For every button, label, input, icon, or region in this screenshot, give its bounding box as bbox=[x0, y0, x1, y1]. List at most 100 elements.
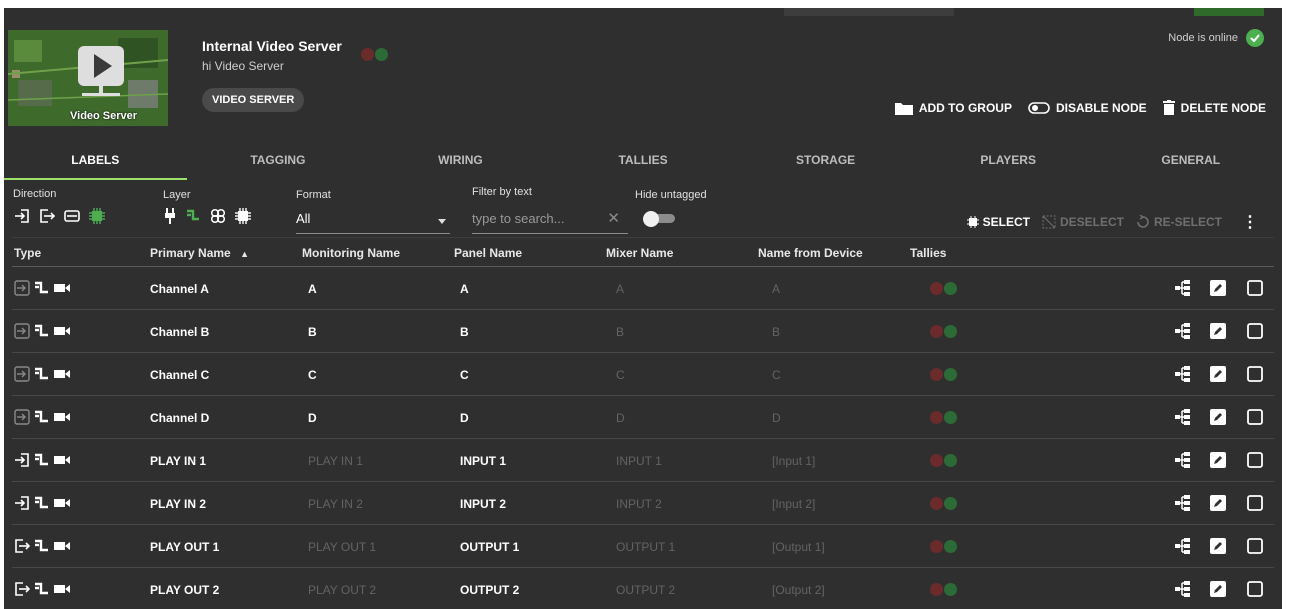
crossed-circles-icon[interactable] bbox=[210, 208, 226, 224]
column-mixer-name[interactable]: Mixer Name bbox=[606, 246, 673, 260]
mixer-name[interactable]: INPUT 2 bbox=[616, 497, 662, 511]
panel-name[interactable]: A bbox=[460, 282, 469, 296]
wiring-tree-icon[interactable] bbox=[1174, 408, 1192, 426]
wiring-tree-icon[interactable] bbox=[1174, 494, 1192, 512]
tab-storage[interactable]: STORAGE bbox=[734, 148, 917, 180]
routing-icon[interactable] bbox=[185, 208, 201, 224]
primary-name[interactable]: PLAY IN 1 bbox=[150, 454, 206, 468]
edit-icon[interactable] bbox=[1209, 365, 1227, 383]
wiring-tree-icon[interactable] bbox=[1174, 451, 1192, 469]
row-checkbox[interactable] bbox=[1246, 494, 1264, 512]
select-button[interactable]: SELECT bbox=[966, 215, 1030, 229]
primary-name[interactable]: Channel A bbox=[150, 282, 209, 296]
row-checkbox[interactable] bbox=[1246, 365, 1264, 383]
tab-players[interactable]: PLAYERS bbox=[917, 148, 1100, 180]
folder-icon bbox=[894, 101, 913, 115]
panel-name[interactable]: OUTPUT 1 bbox=[460, 540, 519, 554]
clear-icon[interactable]: ✕ bbox=[607, 208, 620, 230]
disable-node-button[interactable]: DISABLE NODE bbox=[1028, 101, 1147, 115]
wiring-tree-icon[interactable] bbox=[1174, 365, 1192, 383]
edit-icon[interactable] bbox=[1209, 494, 1227, 512]
monitoring-name[interactable]: A bbox=[308, 282, 317, 296]
deselect-button[interactable]: DESELECT bbox=[1042, 215, 1124, 229]
monitoring-name[interactable]: PLAY IN 1 bbox=[308, 454, 363, 468]
search-input[interactable]: type to search... ✕ bbox=[472, 208, 628, 234]
monitoring-name[interactable]: PLAY IN 2 bbox=[308, 497, 363, 511]
row-checkbox[interactable] bbox=[1246, 408, 1264, 426]
bidirectional-icon[interactable] bbox=[64, 208, 80, 224]
column-primary-name[interactable]: Primary Name ▲ bbox=[150, 246, 249, 260]
monitoring-name[interactable]: C bbox=[308, 368, 317, 382]
mixer-name[interactable]: OUTPUT 1 bbox=[616, 540, 675, 554]
more-options-icon[interactable]: ⋮ bbox=[1242, 212, 1258, 232]
panel-name[interactable]: D bbox=[460, 411, 469, 425]
format-select[interactable]: All bbox=[296, 208, 450, 234]
wiring-tree-icon[interactable] bbox=[1174, 322, 1192, 340]
all-directions-icon[interactable] bbox=[89, 208, 105, 224]
add-to-group-button[interactable]: ADD TO GROUP bbox=[894, 101, 1012, 115]
mixer-name[interactable]: C bbox=[616, 368, 625, 382]
panel-name[interactable]: C bbox=[460, 368, 469, 382]
primary-name[interactable]: PLAY OUT 1 bbox=[150, 540, 219, 554]
tab-wiring[interactable]: WIRING bbox=[369, 148, 552, 180]
mixer-name[interactable]: OUTPUT 2 bbox=[616, 583, 675, 597]
primary-name[interactable]: Channel B bbox=[150, 325, 209, 339]
routing-icon bbox=[34, 495, 50, 511]
hide-untagged-toggle[interactable] bbox=[643, 211, 677, 227]
row-checkbox[interactable] bbox=[1246, 451, 1264, 469]
tab-general[interactable]: GENERAL bbox=[1099, 148, 1282, 180]
edit-icon[interactable] bbox=[1209, 580, 1227, 598]
primary-name[interactable]: Channel D bbox=[150, 411, 209, 425]
column-name-from-device[interactable]: Name from Device bbox=[758, 246, 863, 260]
delete-node-button[interactable]: DELETE NODE bbox=[1162, 100, 1266, 115]
monitoring-name[interactable]: PLAY OUT 1 bbox=[308, 540, 376, 554]
row-checkbox[interactable] bbox=[1246, 580, 1264, 598]
column-tallies[interactable]: Tallies bbox=[910, 246, 946, 260]
mixer-name[interactable]: B bbox=[616, 325, 624, 339]
tab-tagging[interactable]: TAGGING bbox=[187, 148, 370, 180]
wiring-tree-icon[interactable] bbox=[1174, 279, 1192, 297]
red-tally-icon bbox=[930, 454, 943, 467]
all-layers-icon[interactable] bbox=[235, 208, 251, 224]
column-panel-name[interactable]: Panel Name bbox=[454, 246, 522, 260]
type-icons bbox=[14, 495, 74, 511]
plug-icon[interactable] bbox=[164, 208, 176, 224]
panel-name[interactable]: B bbox=[460, 325, 469, 339]
type-icons bbox=[14, 538, 74, 554]
edit-icon[interactable] bbox=[1209, 408, 1227, 426]
wiring-tree-icon[interactable] bbox=[1174, 537, 1192, 555]
layer-filter bbox=[164, 208, 260, 224]
mixer-name[interactable]: D bbox=[616, 411, 625, 425]
edit-icon[interactable] bbox=[1209, 279, 1227, 297]
primary-name[interactable]: PLAY OUT 2 bbox=[150, 583, 219, 597]
edit-icon[interactable] bbox=[1209, 537, 1227, 555]
row-checkbox[interactable] bbox=[1246, 322, 1264, 340]
row-checkbox[interactable] bbox=[1246, 279, 1264, 297]
primary-name[interactable]: PLAY IN 2 bbox=[150, 497, 206, 511]
node-type-chip[interactable]: VIDEO SERVER bbox=[202, 88, 305, 112]
panel-name[interactable]: INPUT 1 bbox=[460, 454, 506, 468]
panel-name[interactable]: INPUT 2 bbox=[460, 497, 506, 511]
mixer-name[interactable]: A bbox=[616, 282, 624, 296]
output-direction-icon[interactable] bbox=[39, 208, 55, 224]
name-from-device: [Input 2] bbox=[772, 497, 816, 511]
reselect-button[interactable]: RE-SELECT bbox=[1136, 215, 1222, 229]
tab-tallies[interactable]: TALLIES bbox=[552, 148, 735, 180]
input-direction-icon[interactable] bbox=[14, 208, 30, 224]
monitoring-name[interactable]: PLAY OUT 2 bbox=[308, 583, 376, 597]
edit-icon[interactable] bbox=[1209, 451, 1227, 469]
edit-icon[interactable] bbox=[1209, 322, 1227, 340]
monitoring-name[interactable]: B bbox=[308, 325, 317, 339]
row-checkbox[interactable] bbox=[1246, 537, 1264, 555]
routing-icon bbox=[34, 452, 50, 468]
wiring-tree-icon[interactable] bbox=[1174, 580, 1192, 598]
table-row: PLAY IN 2 PLAY IN 2 INPUT 2 INPUT 2 [Inp… bbox=[12, 482, 1274, 525]
filter-bar: Direction Layer Format All Filter by tex… bbox=[4, 184, 1282, 236]
panel-name[interactable]: OUTPUT 2 bbox=[460, 583, 519, 597]
mixer-name[interactable]: INPUT 1 bbox=[616, 454, 662, 468]
column-monitoring-name[interactable]: Monitoring Name bbox=[302, 246, 400, 260]
column-type[interactable]: Type bbox=[14, 246, 41, 260]
tab-labels[interactable]: LABELS bbox=[4, 148, 187, 180]
primary-name[interactable]: Channel C bbox=[150, 368, 209, 382]
monitoring-name[interactable]: D bbox=[308, 411, 317, 425]
